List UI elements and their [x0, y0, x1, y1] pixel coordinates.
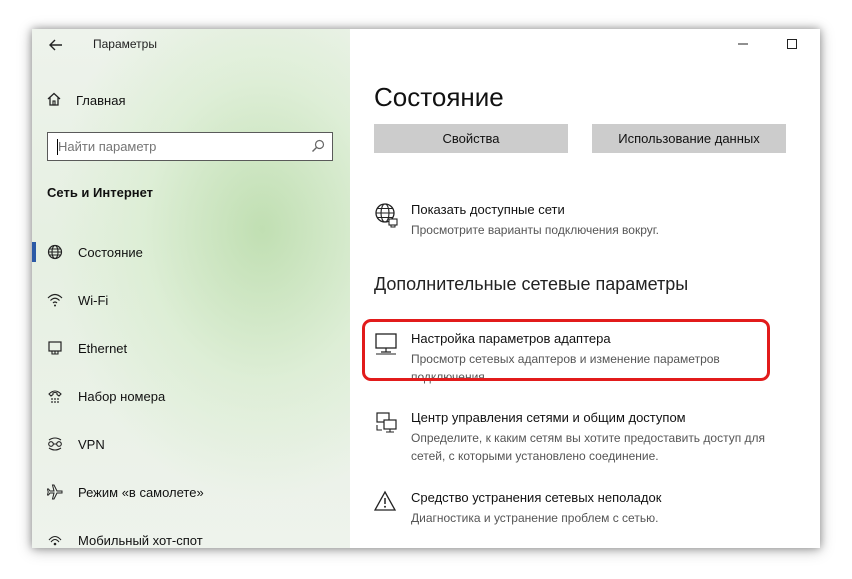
sharing-center-icon	[374, 410, 400, 436]
properties-button[interactable]: Свойства	[374, 124, 568, 153]
globe-network-icon	[374, 202, 400, 228]
minimize-icon[interactable]	[730, 33, 756, 55]
sidebar-item-label: VPN	[78, 436, 105, 452]
sidebar-item-airplane[interactable]: Режим «в самолете»	[32, 474, 350, 510]
ethernet-icon	[46, 339, 64, 357]
sidebar-item-label: Мобильный хот-спот	[78, 532, 203, 548]
warning-triangle-icon	[373, 490, 400, 516]
globe-icon	[46, 243, 64, 261]
home-label: Главная	[76, 93, 126, 108]
sharing-center-title: Центр управления сетями и общим доступом	[411, 410, 686, 425]
sidebar-section-title: Сеть и Интернет	[47, 185, 154, 200]
sidebar-item-label: Ethernet	[78, 340, 128, 356]
wifi-icon	[46, 291, 64, 309]
troubleshooter-link[interactable]: Средство устранения сетевых неполадок Ди…	[373, 490, 814, 530]
sidebar-item-ethernet[interactable]: Ethernet	[32, 330, 350, 366]
show-networks-desc: Просмотрите варианты подключения вокруг.	[411, 223, 659, 237]
hotspot-icon	[46, 531, 64, 548]
highlight-frame	[362, 319, 770, 381]
app-title: Параметры	[93, 37, 157, 51]
settings-window: Параметры Главная Сеть и Интернет Состоя…	[32, 29, 820, 548]
back-arrow-icon[interactable]	[46, 35, 66, 55]
troubleshooter-title: Средство устранения сетевых неполадок	[411, 490, 662, 505]
dialup-icon	[46, 387, 64, 405]
search-icon[interactable]	[311, 139, 325, 153]
sidebar: Параметры Главная Сеть и Интернет Состоя…	[32, 29, 350, 548]
airplane-icon	[46, 483, 64, 501]
search-input[interactable]	[58, 138, 298, 155]
sidebar-item-status[interactable]: Состояние	[32, 234, 350, 270]
sidebar-item-wifi[interactable]: Wi-Fi	[32, 282, 350, 318]
sharing-center-desc: Определите, к каким сетям вы хотите пред…	[411, 431, 766, 463]
sidebar-item-vpn[interactable]: VPN	[32, 426, 350, 462]
text-caret	[57, 139, 58, 155]
vpn-icon	[46, 435, 64, 453]
troubleshooter-desc: Диагностика и устранение проблем с сетью…	[411, 511, 659, 525]
advanced-settings-title: Дополнительные сетевые параметры	[374, 274, 689, 294]
show-networks-link[interactable]: Показать доступные сети Просмотрите вари…	[374, 202, 814, 242]
sidebar-item-label: Состояние	[78, 244, 143, 260]
data-usage-button[interactable]: Использование данных	[592, 124, 786, 153]
sidebar-item-dialup[interactable]: Набор номера	[32, 378, 350, 414]
sidebar-item-label: Набор номера	[78, 388, 166, 404]
maximize-icon[interactable]	[779, 33, 805, 55]
home-link[interactable]: Главная	[46, 91, 125, 110]
main-content: Состояние Свойства Использование данных …	[350, 29, 820, 548]
sharing-center-link[interactable]: Центр управления сетями и общим доступом…	[374, 410, 814, 463]
sidebar-item-label: Wi-Fi	[78, 292, 109, 308]
page-title: Состояние	[374, 82, 504, 112]
search-box[interactable]	[47, 132, 333, 161]
home-icon	[46, 91, 62, 110]
show-networks-title: Показать доступные сети	[411, 202, 565, 217]
sidebar-item-label: Режим «в самолете»	[78, 484, 204, 500]
sidebar-item-hotspot[interactable]: Мобильный хот-спот	[32, 522, 350, 548]
